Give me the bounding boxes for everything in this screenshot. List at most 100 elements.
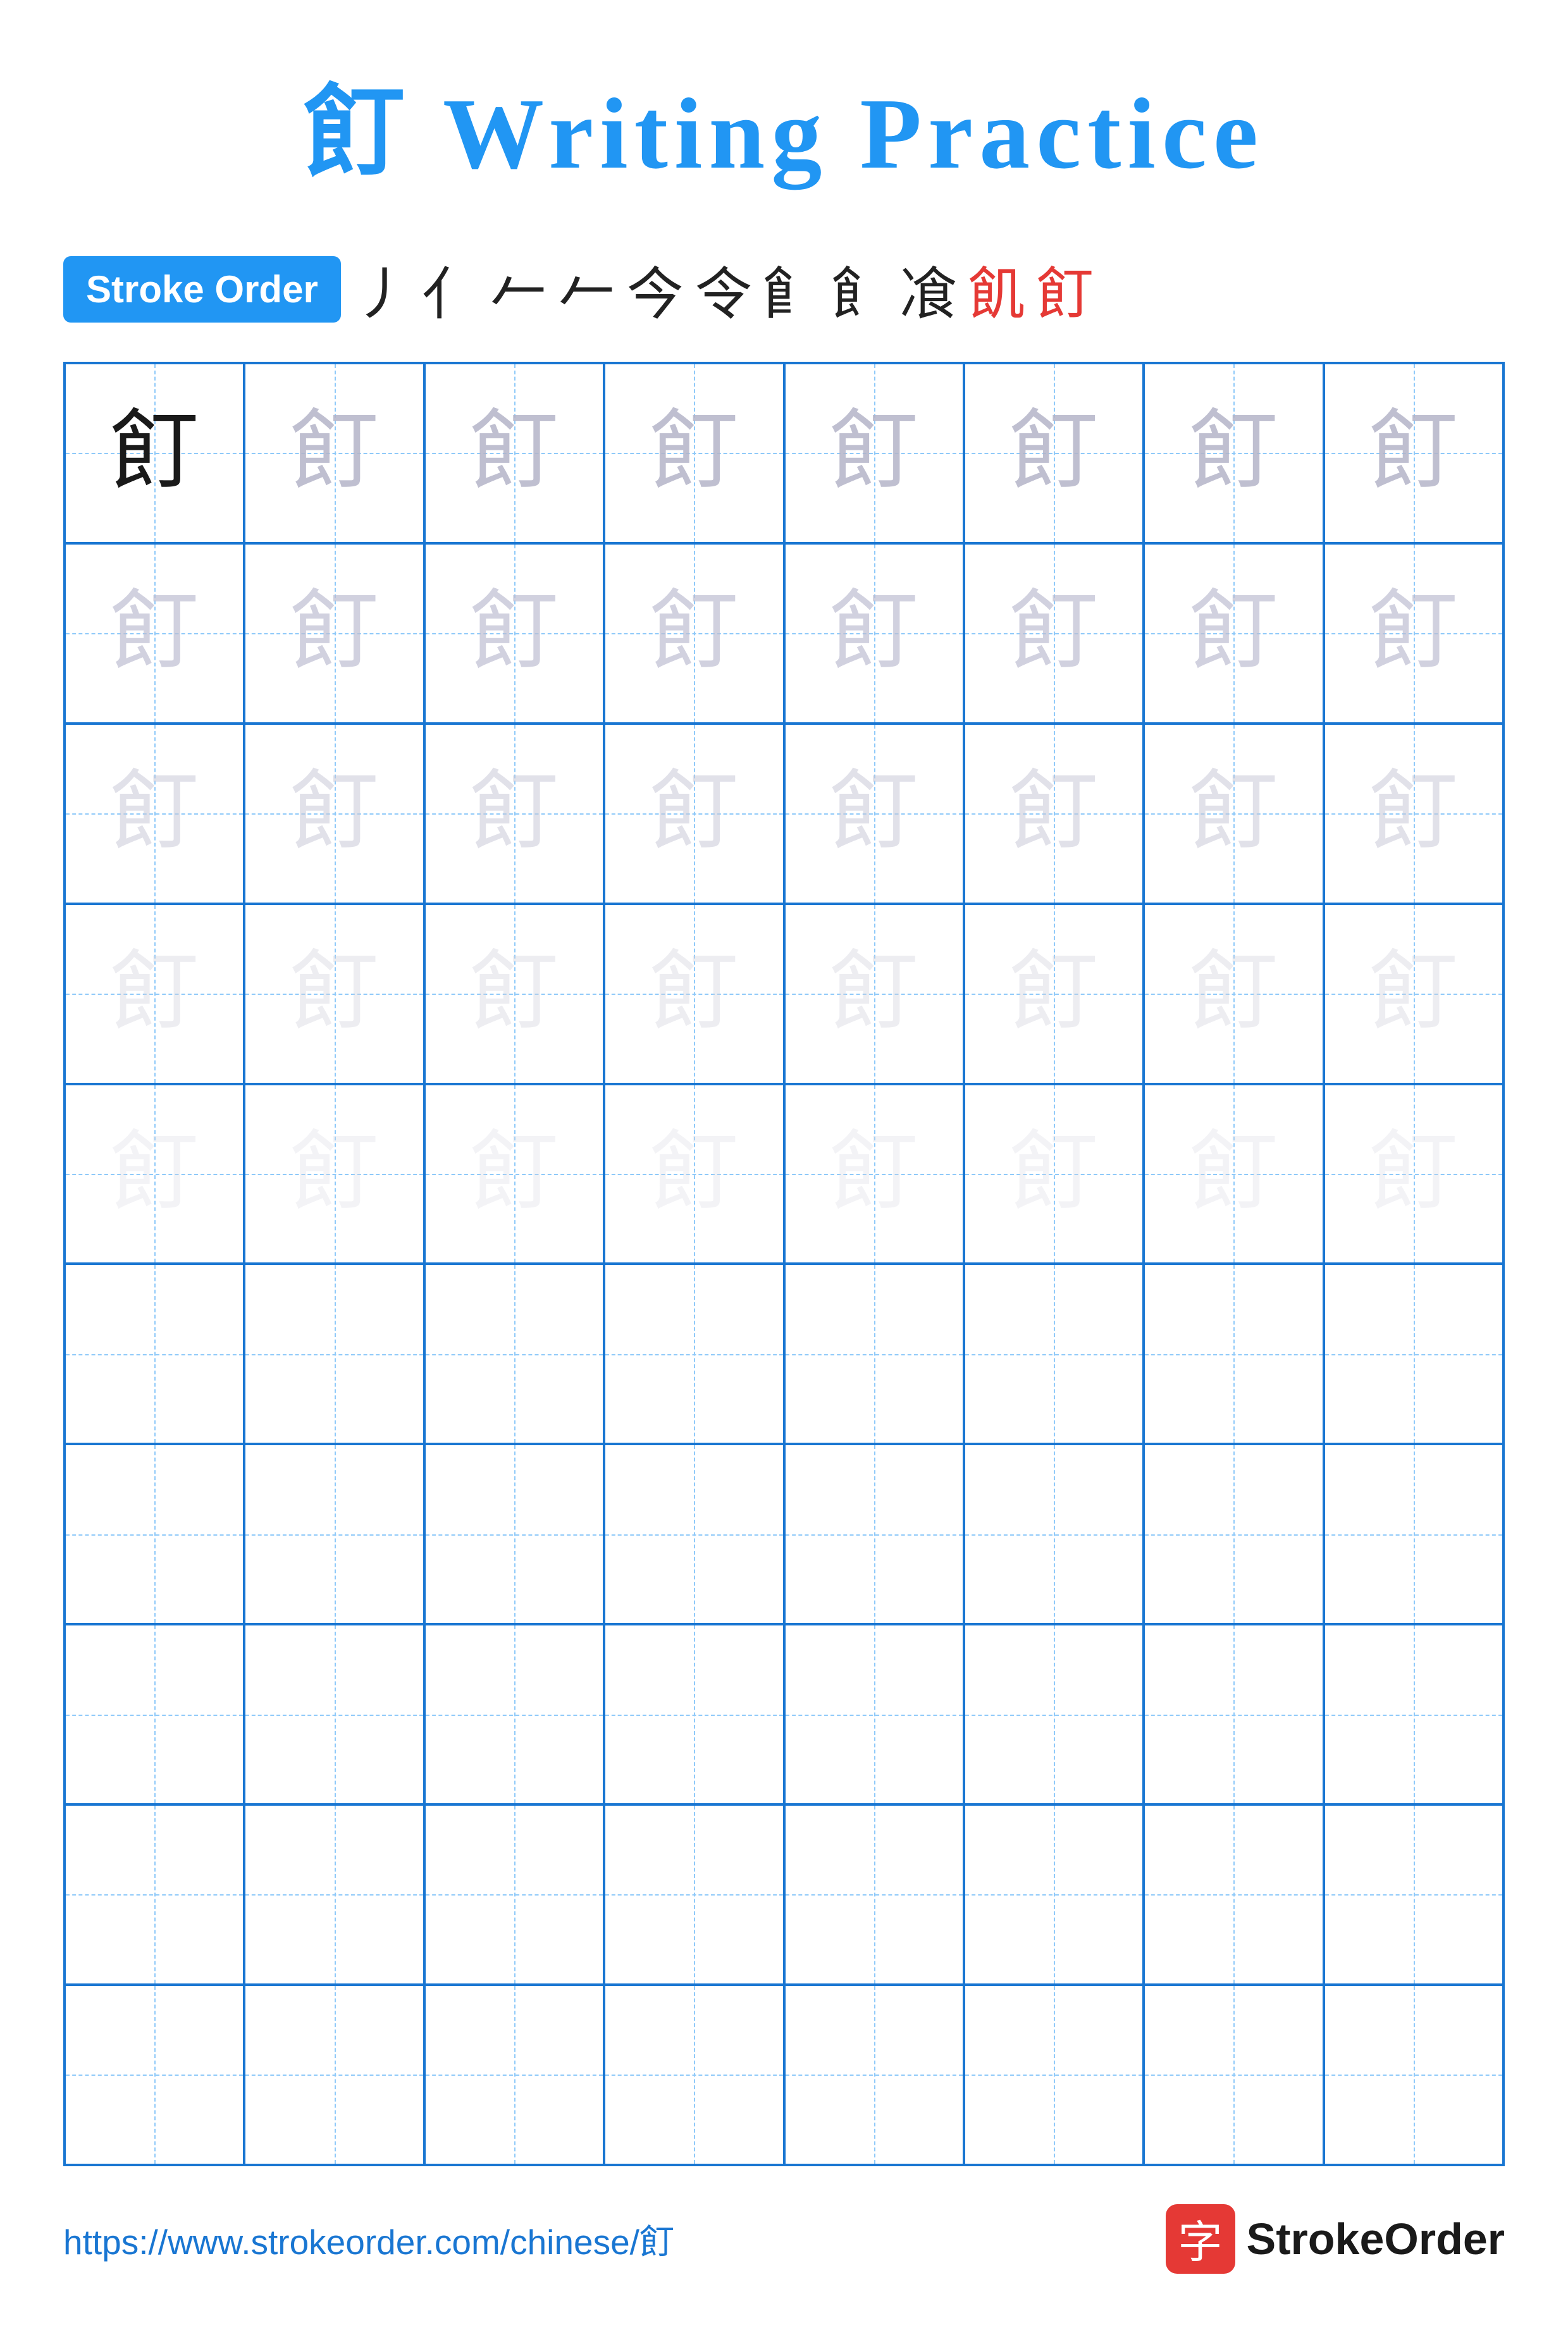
grid-cell-empty[interactable] (604, 1985, 784, 2165)
grid-cell-empty[interactable] (964, 1264, 1144, 1444)
grid-cell-empty[interactable] (1324, 1444, 1503, 1624)
stroke-8: 飠 (832, 248, 889, 330)
grid-cell-empty[interactable] (65, 1624, 244, 1804)
grid-cell-empty[interactable] (604, 1624, 784, 1804)
grid-cell-empty[interactable] (964, 1444, 1144, 1624)
grid-cell[interactable]: 飣 (65, 904, 244, 1084)
stroke-order-chars: 丿 亻 𠂉 𠂉 今 令 𩙿 飠 飡 飢 飣 (354, 248, 1094, 330)
grid-cell-empty[interactable] (784, 1985, 964, 2165)
stroke-10: 飢 (968, 248, 1025, 330)
grid-cell[interactable]: 飣 (1324, 1084, 1503, 1264)
page: 飣 Writing Practice Stroke Order 丿 亻 𠂉 𠂉 … (0, 0, 1568, 2337)
grid-cell-empty[interactable] (604, 1444, 784, 1624)
grid-cell[interactable]: 飣 (604, 724, 784, 904)
strokeorder-logo-text: StrokeOrder (1247, 2214, 1505, 2264)
grid-cell[interactable]: 飣 (65, 1084, 244, 1264)
footer: https://www.strokeorder.com/chinese/飣 字 … (63, 2204, 1505, 2274)
grid-cell[interactable]: 飣 (1144, 724, 1323, 904)
stroke-5: 今 (627, 248, 684, 330)
grid-cell-empty[interactable] (1144, 1985, 1323, 2165)
grid-cell[interactable]: 飣 (604, 1084, 784, 1264)
grid-cell-empty[interactable] (964, 1624, 1144, 1804)
grid-cell-empty[interactable] (784, 1804, 964, 1985)
grid-cell[interactable]: 飣 (424, 543, 604, 724)
grid-cell-empty[interactable] (244, 1804, 424, 1985)
grid-cell[interactable]: 飣 (244, 363, 424, 543)
grid-cell-empty[interactable] (244, 1444, 424, 1624)
grid-cell-empty[interactable] (65, 1264, 244, 1444)
grid-cell[interactable]: 飣 (1144, 363, 1323, 543)
grid-cell-empty[interactable] (65, 1804, 244, 1985)
grid-cell-empty[interactable] (1144, 1264, 1323, 1444)
grid-cell[interactable]: 飣 (1144, 543, 1323, 724)
grid-cell-empty[interactable] (424, 1804, 604, 1985)
grid-cell-empty[interactable] (784, 1624, 964, 1804)
grid-cell[interactable]: 飣 (244, 904, 424, 1084)
grid-cell[interactable]: 飣 (424, 904, 604, 1084)
grid-cell-empty[interactable] (784, 1444, 964, 1624)
grid-cell-empty[interactable] (1324, 1264, 1503, 1444)
stroke-4: 𠂉 (559, 248, 615, 330)
stroke-2: 亻 (422, 248, 479, 330)
stroke-1: 丿 (354, 248, 411, 330)
stroke-order-badge: Stroke Order (63, 256, 341, 323)
grid-cell-empty[interactable] (1144, 1624, 1323, 1804)
stroke-7: 𩙿 (763, 248, 820, 330)
footer-url[interactable]: https://www.strokeorder.com/chinese/飣 (63, 2214, 674, 2264)
grid-cell[interactable]: 飣 (244, 1084, 424, 1264)
grid-cell-empty[interactable] (424, 1264, 604, 1444)
grid-cell[interactable]: 飣 (784, 1084, 964, 1264)
grid-cell[interactable]: 飣 (244, 724, 424, 904)
grid-cell-empty[interactable] (244, 1985, 424, 2165)
grid-cell-empty[interactable] (424, 1624, 604, 1804)
grid-cell-empty[interactable] (65, 1444, 244, 1624)
stroke-11: 飣 (1037, 248, 1094, 330)
grid-cell[interactable]: 飣 (424, 724, 604, 904)
grid-cell[interactable]: 飣 (604, 904, 784, 1084)
grid-cell-empty[interactable] (424, 1444, 604, 1624)
grid-cell[interactable]: 飣 (964, 724, 1144, 904)
grid-cell[interactable]: 飣 (1324, 724, 1503, 904)
grid-cell-empty[interactable] (1324, 1985, 1503, 2165)
grid-cell-empty[interactable] (964, 1985, 1144, 2165)
grid-cell[interactable]: 飣 (604, 543, 784, 724)
grid-cell-empty[interactable] (244, 1624, 424, 1804)
practice-grid: 飣 飣 飣 飣 飣 飣 飣 飣 飣 飣 飣 飣 飣 飣 飣 飣 飣 飣 飣 飣 … (63, 362, 1505, 2166)
strokeorder-logo-icon: 字 (1166, 2204, 1235, 2274)
stroke-3: 𠂉 (490, 248, 547, 330)
grid-cell[interactable]: 飣 (1324, 904, 1503, 1084)
grid-cell-empty[interactable] (424, 1985, 604, 2165)
grid-cell[interactable]: 飣 (65, 363, 244, 543)
grid-cell-empty[interactable] (1144, 1444, 1323, 1624)
grid-cell-empty[interactable] (604, 1804, 784, 1985)
grid-cell[interactable]: 飣 (784, 724, 964, 904)
grid-cell[interactable]: 飣 (964, 1084, 1144, 1264)
grid-cell[interactable]: 飣 (244, 543, 424, 724)
grid-cell[interactable]: 飣 (1324, 543, 1503, 724)
grid-cell[interactable]: 飣 (784, 904, 964, 1084)
grid-cell[interactable]: 飣 (964, 904, 1144, 1084)
grid-cell[interactable]: 飣 (784, 543, 964, 724)
grid-cell[interactable]: 飣 (964, 543, 1144, 724)
grid-cell[interactable]: 飣 (1324, 363, 1503, 543)
stroke-6: 令 (695, 248, 752, 330)
page-title: 飣 Writing Practice (304, 51, 1264, 197)
stroke-9: 飡 (900, 248, 957, 330)
grid-cell-empty[interactable] (1324, 1624, 1503, 1804)
grid-cell[interactable]: 飣 (1144, 904, 1323, 1084)
grid-cell[interactable]: 飣 (424, 1084, 604, 1264)
grid-cell-empty[interactable] (604, 1264, 784, 1444)
grid-cell[interactable]: 飣 (604, 363, 784, 543)
grid-cell-empty[interactable] (65, 1985, 244, 2165)
grid-cell-empty[interactable] (784, 1264, 964, 1444)
grid-cell-empty[interactable] (1144, 1804, 1323, 1985)
grid-cell-empty[interactable] (244, 1264, 424, 1444)
grid-cell[interactable]: 飣 (784, 363, 964, 543)
grid-cell-empty[interactable] (1324, 1804, 1503, 1985)
grid-cell[interactable]: 飣 (65, 724, 244, 904)
grid-cell[interactable]: 飣 (424, 363, 604, 543)
grid-cell[interactable]: 飣 (65, 543, 244, 724)
grid-cell-empty[interactable] (964, 1804, 1144, 1985)
grid-cell[interactable]: 飣 (964, 363, 1144, 543)
grid-cell[interactable]: 飣 (1144, 1084, 1323, 1264)
